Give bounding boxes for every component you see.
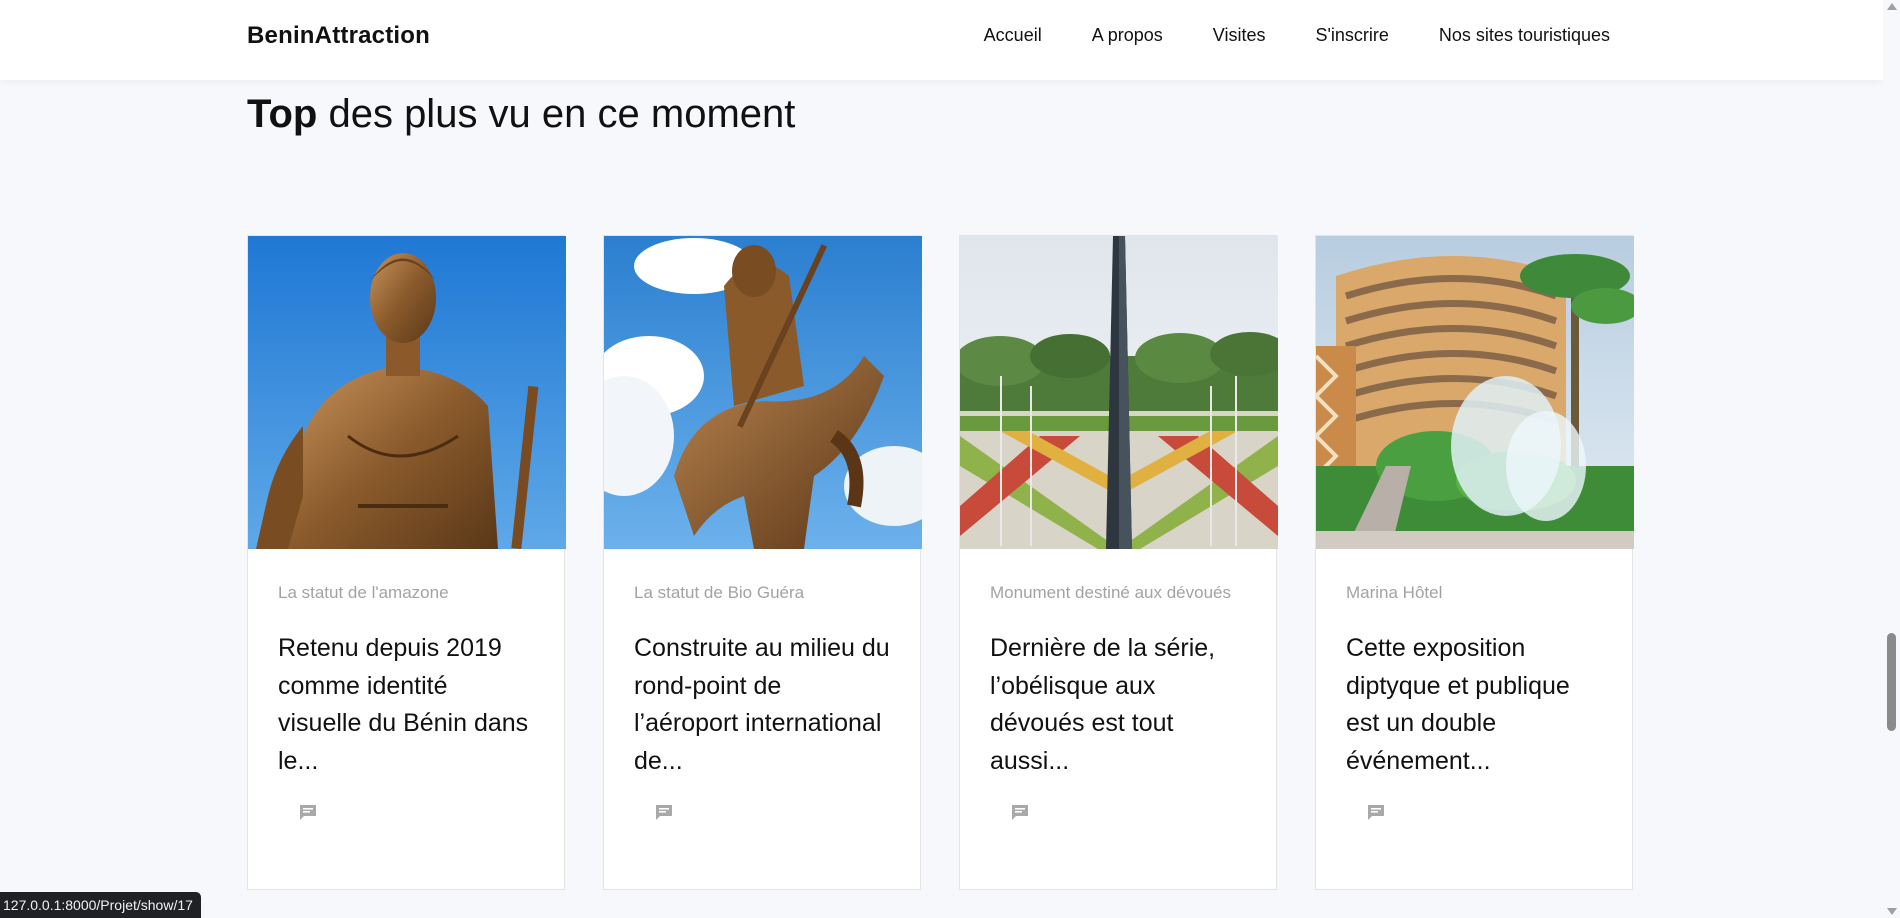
card-excerpt[interactable]: Construite au milieu du rond-point de l’… xyxy=(634,630,890,780)
marina-hotel-image[interactable] xyxy=(1316,236,1634,549)
status-bar-url: 127.0.0.1:8000/Projet/show/17 xyxy=(0,892,201,918)
scrollbar-thumb[interactable] xyxy=(1887,633,1896,731)
scroll-up-arrow-icon[interactable] xyxy=(1887,3,1897,10)
card-category: La statut de l'amazone xyxy=(278,583,449,602)
comment-icon[interactable] xyxy=(655,804,673,821)
nav-link-inscrire[interactable]: S'inscrire xyxy=(1315,25,1388,46)
card-body: La statut de l'amazone Retenu depuis 201… xyxy=(248,549,564,780)
comment-icon[interactable] xyxy=(299,804,317,821)
navbar: BeninAttraction Accueil A propos Visites… xyxy=(0,0,1883,80)
card-excerpt[interactable]: Retenu depuis 2019 comme identité visuel… xyxy=(278,630,534,780)
section-title-rest: des plus vu en ce moment xyxy=(317,92,796,136)
nav-menu: Accueil A propos Visites S'inscrire Nos … xyxy=(984,25,1610,46)
card-body: Monument destiné aux dévoués Dernière de… xyxy=(960,549,1276,780)
obelisk-monument-image[interactable] xyxy=(960,236,1278,549)
nav-link-visites[interactable]: Visites xyxy=(1213,25,1266,46)
amazone-statue-image[interactable] xyxy=(248,236,566,549)
comment-icon[interactable] xyxy=(1367,804,1385,821)
scroll-down-arrow-icon[interactable] xyxy=(1887,908,1897,915)
card-body: Marina Hôtel Cette exposition diptyque e… xyxy=(1316,549,1632,780)
article-card[interactable]: Monument destiné aux dévoués Dernière de… xyxy=(959,235,1278,890)
card-category: Monument destiné aux dévoués xyxy=(990,583,1231,602)
card-grid: La statut de l'amazone Retenu depuis 201… xyxy=(247,235,1634,890)
article-card[interactable]: Marina Hôtel Cette exposition diptyque e… xyxy=(1315,235,1634,890)
card-category: Marina Hôtel xyxy=(1346,583,1443,602)
card-excerpt[interactable]: Cette exposition diptyque et publique es… xyxy=(1346,630,1602,780)
section-title-bold: Top xyxy=(247,92,318,136)
comment-icon[interactable] xyxy=(1011,804,1029,821)
section-title: Top des plus vu en ce moment xyxy=(247,92,795,137)
card-excerpt[interactable]: Dernière de la série, l’obélisque aux dé… xyxy=(990,630,1246,780)
vertical-scrollbar[interactable] xyxy=(1883,0,1900,918)
nav-link-accueil[interactable]: Accueil xyxy=(984,25,1042,46)
article-card[interactable]: La statut de Bio Guéra Construite au mil… xyxy=(603,235,922,890)
nav-link-sites-touristiques[interactable]: Nos sites touristiques xyxy=(1439,25,1610,46)
nav-link-a-propos[interactable]: A propos xyxy=(1092,25,1163,46)
article-card[interactable]: La statut de l'amazone Retenu depuis 201… xyxy=(247,235,566,890)
bio-guera-statue-image[interactable] xyxy=(604,236,922,549)
card-category: La statut de Bio Guéra xyxy=(634,583,805,602)
card-body: La statut de Bio Guéra Construite au mil… xyxy=(604,549,920,780)
brand-logo[interactable]: BeninAttraction xyxy=(247,22,430,50)
